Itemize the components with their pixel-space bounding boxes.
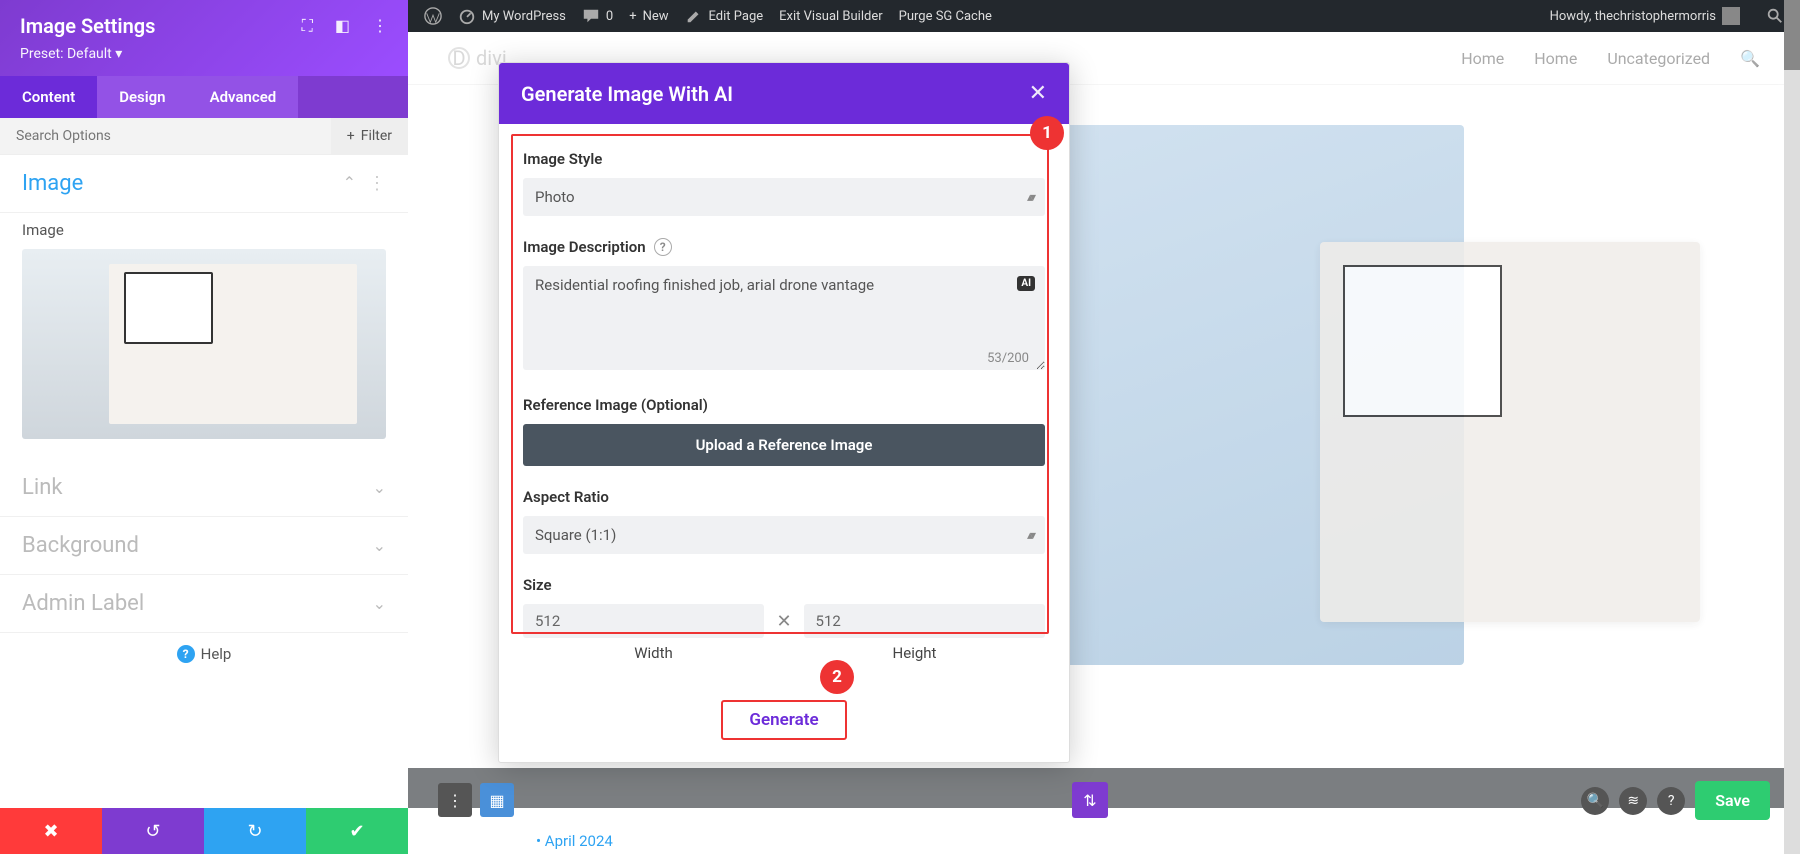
close-icon[interactable]: ✕ bbox=[1029, 81, 1047, 106]
layers-icon-button[interactable]: ≋ bbox=[1619, 787, 1647, 815]
settings-footer-actions: ✖ ↺ ↻ ✔ bbox=[0, 808, 408, 854]
help-icon[interactable]: ? bbox=[654, 238, 672, 256]
plus-icon: + bbox=[347, 128, 355, 144]
section-image-title: Image bbox=[22, 171, 343, 196]
help-icon: ? bbox=[177, 645, 195, 663]
section-admin-label[interactable]: Admin Label ⌄ bbox=[0, 575, 408, 633]
kebab-icon[interactable]: ⋮ bbox=[368, 173, 386, 194]
search-input[interactable] bbox=[0, 118, 331, 154]
section-link[interactable]: Link ⌄ bbox=[0, 459, 408, 517]
aspect-ratio-select[interactable]: Square (1:1)▴▾ bbox=[523, 516, 1045, 554]
select-caret-icon: ▴▾ bbox=[1027, 190, 1033, 204]
discard-button[interactable]: ✖ bbox=[0, 808, 102, 854]
modal-footer: Generate bbox=[499, 684, 1069, 762]
exit-visual-builder[interactable]: Exit Visual Builder bbox=[771, 9, 890, 24]
upload-reference-button[interactable]: Upload a Reference Image bbox=[523, 424, 1045, 466]
builder-toolbar-right: 🔍 ≋ ? Save bbox=[1581, 781, 1770, 820]
plus-icon: + bbox=[629, 9, 636, 24]
builder-toolbar-left: ⋮ ▦ bbox=[438, 780, 514, 820]
preset-dropdown[interactable]: Preset: Default ▾ bbox=[20, 38, 388, 76]
tab-content[interactable]: Content bbox=[0, 76, 97, 118]
width-sublabel: Width bbox=[523, 644, 784, 662]
redo-button[interactable]: ↻ bbox=[204, 808, 306, 854]
edit-page[interactable]: Edit Page bbox=[677, 7, 772, 25]
chevron-down-icon[interactable]: ⌄ bbox=[373, 478, 386, 497]
chevron-down-icon[interactable]: ⌄ bbox=[373, 536, 386, 555]
builder-menu-button[interactable]: ⋮ bbox=[438, 783, 472, 817]
section-background-title: Background bbox=[22, 533, 373, 558]
height-sublabel: Height bbox=[784, 644, 1045, 662]
zoom-button[interactable]: 🔍 bbox=[1581, 787, 1609, 815]
nav-search-icon[interactable]: 🔍 bbox=[1740, 49, 1760, 68]
pencil-icon bbox=[685, 7, 703, 25]
chevron-down-icon[interactable]: ⌄ bbox=[373, 594, 386, 613]
site-name[interactable]: My WordPress bbox=[450, 7, 574, 25]
chevron-up-icon[interactable]: ⌃ bbox=[343, 173, 356, 194]
modal-header: Generate Image With AI ✕ bbox=[499, 63, 1069, 124]
wp-admin-bar: My WordPress 0 +New Edit Page Exit Visua… bbox=[408, 0, 1800, 32]
generate-button[interactable]: Generate bbox=[721, 700, 846, 740]
image-field-label: Image bbox=[22, 221, 386, 239]
section-background[interactable]: Background ⌄ bbox=[0, 517, 408, 575]
times-icon: ✕ bbox=[776, 611, 791, 632]
modal-body: Image Style Photo▴▾ Image Description? A… bbox=[499, 124, 1069, 684]
new[interactable]: +New bbox=[621, 9, 676, 24]
scrollbar-thumb[interactable] bbox=[1784, 0, 1800, 70]
archive-link[interactable]: April 2024 bbox=[536, 832, 613, 850]
divi-logo-icon: D bbox=[448, 47, 470, 69]
snap-icon[interactable]: ⛶ bbox=[302, 16, 313, 36]
wordpress-icon bbox=[424, 7, 442, 25]
image-field: Image bbox=[0, 213, 408, 459]
nav-home-1[interactable]: Home bbox=[1461, 49, 1504, 68]
aspect-ratio-label: Aspect Ratio bbox=[523, 488, 1045, 506]
avatar bbox=[1722, 7, 1740, 25]
size-label: Size bbox=[523, 576, 1045, 594]
search-icon bbox=[1766, 7, 1784, 25]
howdy-user[interactable]: Howdy, thechristophermorris bbox=[1542, 7, 1748, 25]
settings-tabs: Content Design Advanced bbox=[0, 76, 408, 118]
kebab-icon[interactable]: ⋮ bbox=[372, 16, 388, 36]
filter-button[interactable]: +Filter bbox=[331, 118, 408, 154]
section-admin-label-title: Admin Label bbox=[22, 591, 373, 616]
content-image[interactable] bbox=[1320, 242, 1700, 622]
comments[interactable]: 0 bbox=[574, 7, 621, 25]
nav-uncategorized[interactable]: Uncategorized bbox=[1607, 49, 1710, 68]
image-description-input[interactable] bbox=[523, 266, 1045, 370]
section-link-title: Link bbox=[22, 475, 373, 500]
generate-image-modal: Generate Image With AI ✕ Image Style Pho… bbox=[498, 62, 1070, 763]
page-save-button[interactable]: Save bbox=[1695, 781, 1770, 820]
expand-icon[interactable]: ◧ bbox=[335, 16, 350, 36]
help-button[interactable]: ? bbox=[1657, 787, 1685, 815]
settings-title: Image Settings bbox=[20, 14, 302, 38]
purge-cache[interactable]: Purge SG Cache bbox=[891, 9, 1000, 24]
section-image[interactable]: Image ⌃ ⋮ bbox=[0, 155, 408, 213]
dashboard-icon bbox=[458, 7, 476, 25]
nav-home-2[interactable]: Home bbox=[1534, 49, 1577, 68]
image-preview[interactable] bbox=[22, 249, 386, 439]
modal-title: Generate Image With AI bbox=[521, 82, 1029, 106]
scrollbar-track[interactable] bbox=[1784, 0, 1800, 854]
search-row: +Filter bbox=[0, 118, 408, 155]
reference-image-label: Reference Image (Optional) bbox=[523, 396, 1045, 414]
wp-logo[interactable] bbox=[416, 7, 450, 25]
select-caret-icon: ▴▾ bbox=[1027, 528, 1033, 542]
undo-button[interactable]: ↺ bbox=[102, 808, 204, 854]
image-style-select[interactable]: Photo▴▾ bbox=[523, 178, 1045, 216]
help-link[interactable]: ? Help bbox=[0, 633, 408, 675]
image-style-label: Image Style bbox=[523, 150, 1045, 168]
ai-badge[interactable]: AI bbox=[1017, 276, 1035, 291]
layers-button[interactable]: ⇅ bbox=[1072, 782, 1108, 818]
image-description-label: Image Description? bbox=[523, 238, 1045, 256]
height-input[interactable] bbox=[804, 604, 1045, 638]
char-count: 53/200 bbox=[987, 351, 1029, 366]
width-input[interactable] bbox=[523, 604, 764, 638]
tab-design[interactable]: Design bbox=[97, 76, 187, 118]
comment-icon bbox=[582, 7, 600, 25]
settings-header: Image Settings ⛶ ◧ ⋮ Preset: Default ▾ bbox=[0, 0, 408, 76]
tab-advanced[interactable]: Advanced bbox=[188, 76, 299, 118]
image-settings-panel: Image Settings ⛶ ◧ ⋮ Preset: Default ▾ C… bbox=[0, 0, 408, 854]
wireframe-button[interactable]: ▦ bbox=[480, 783, 514, 817]
chevron-down-icon: ▾ bbox=[115, 46, 122, 62]
save-button[interactable]: ✔ bbox=[306, 808, 408, 854]
